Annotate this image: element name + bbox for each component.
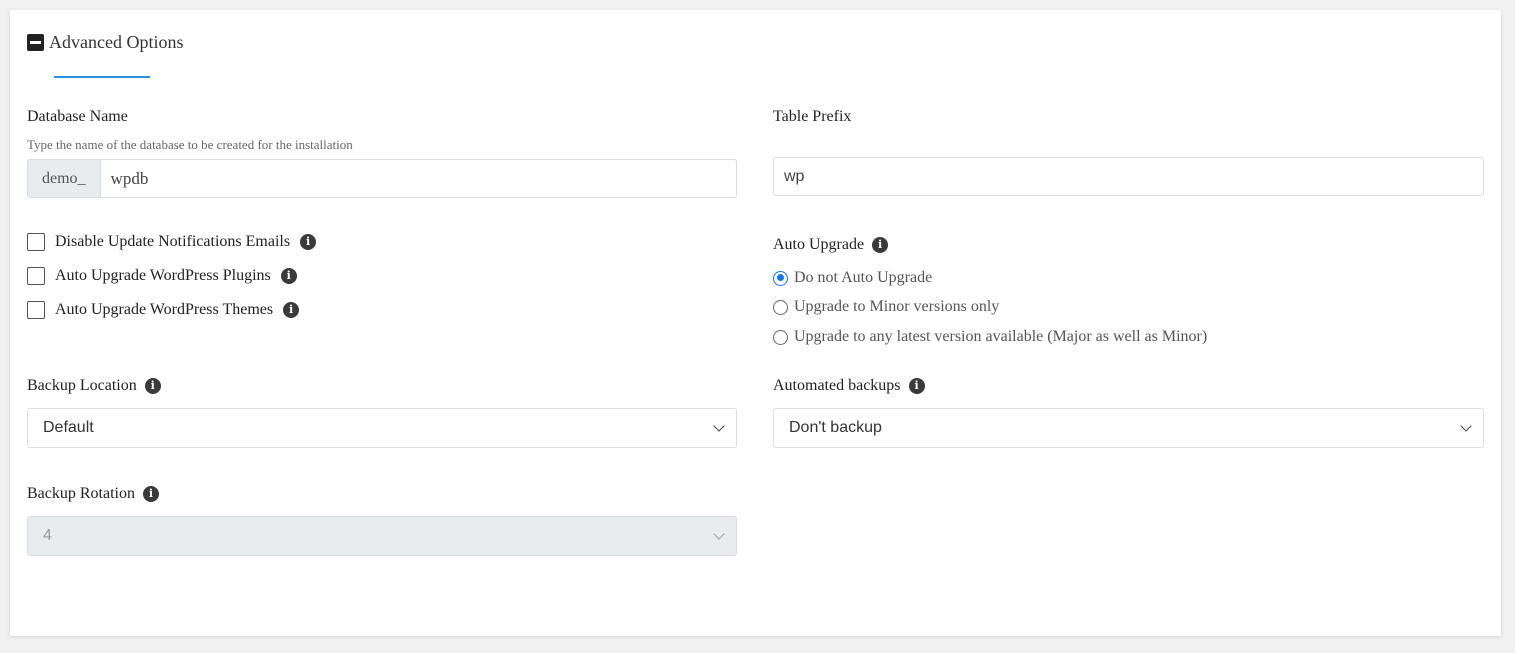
disable-update-notifications-option[interactable]: Disable Update Notifications Emails i [27, 233, 317, 251]
info-icon[interactable]: i [280, 268, 297, 284]
info-icon[interactable]: i [300, 234, 317, 250]
auto-upgrade-option-major[interactable]: Upgrade to any latest version available … [773, 328, 1207, 346]
collapse-minus-icon[interactable] [27, 34, 44, 51]
panel-title: Advanced Options [49, 32, 184, 52]
auto-upgrade-option-none[interactable]: Do not Auto Upgrade [773, 269, 932, 287]
info-icon[interactable]: i [144, 378, 161, 394]
auto-upgrade-plugins-option[interactable]: Auto Upgrade WordPress Plugins i [27, 267, 297, 285]
radio-label: Do not Auto Upgrade [794, 269, 933, 286]
automated-backups-label: Automated backups i [773, 377, 925, 395]
auto-upgrade-label: Auto Upgrade i [773, 236, 889, 254]
backup-rotation-label-text: Backup Rotation [27, 485, 135, 502]
info-icon[interactable]: i [283, 302, 300, 318]
database-prefix-addon: demo_ [28, 160, 101, 197]
info-icon[interactable]: i [908, 378, 925, 394]
automated-backups-label-text: Automated backups [773, 377, 901, 394]
auto-upgrade-plugins-checkbox[interactable] [27, 267, 45, 285]
radio-label: Upgrade to any latest version available … [794, 328, 1208, 345]
chevron-down-icon [1460, 419, 1472, 432]
advanced-options-toggle[interactable]: Advanced Options [27, 32, 183, 53]
auto-upgrade-label-text: Auto Upgrade [773, 236, 865, 253]
active-tab-indicator [54, 76, 150, 78]
checkbox-label: Auto Upgrade WordPress Themes [55, 301, 274, 318]
chevron-down-icon [713, 527, 725, 540]
auto-upgrade-themes-option[interactable]: Auto Upgrade WordPress Themes i [27, 301, 300, 319]
checkbox-label: Auto Upgrade WordPress Plugins [55, 267, 271, 284]
backup-location-label: Backup Location i [27, 377, 161, 395]
radio-label: Upgrade to Minor versions only [794, 298, 1000, 315]
table-prefix-label-text: Table Prefix [773, 108, 852, 125]
disable-update-notifications-checkbox[interactable] [27, 233, 45, 251]
database-name-hint: Type the name of the database to be crea… [27, 137, 353, 152]
database-name-input[interactable] [100, 160, 736, 197]
backup-rotation-value: 4 [43, 527, 52, 544]
automated-backups-value: Don't backup [789, 419, 882, 436]
database-name-field: demo_ [27, 159, 737, 198]
radio-button[interactable] [773, 270, 788, 286]
backup-rotation-label: Backup Rotation i [27, 485, 159, 503]
database-name-label: Database Name [27, 108, 128, 126]
table-prefix-label: Table Prefix [773, 108, 851, 126]
backup-rotation-select: 4 [27, 516, 737, 556]
advanced-options-panel: Advanced Options Database Name Type the … [10, 10, 1501, 636]
radio-button[interactable] [773, 329, 788, 345]
chevron-down-icon [713, 419, 725, 432]
database-name-label-text: Database Name [27, 108, 128, 125]
auto-upgrade-themes-checkbox[interactable] [27, 301, 45, 319]
info-icon[interactable]: i [142, 486, 159, 502]
table-prefix-input[interactable] [773, 157, 1484, 196]
automated-backups-select[interactable]: Don't backup [773, 408, 1484, 448]
backup-location-value: Default [43, 419, 94, 436]
info-icon[interactable]: i [872, 237, 889, 253]
backup-location-label-text: Backup Location [27, 377, 137, 394]
radio-button[interactable] [773, 299, 788, 315]
backup-location-select[interactable]: Default [27, 408, 737, 448]
checkbox-label: Disable Update Notifications Emails [55, 233, 291, 250]
auto-upgrade-option-minor[interactable]: Upgrade to Minor versions only [773, 298, 999, 316]
